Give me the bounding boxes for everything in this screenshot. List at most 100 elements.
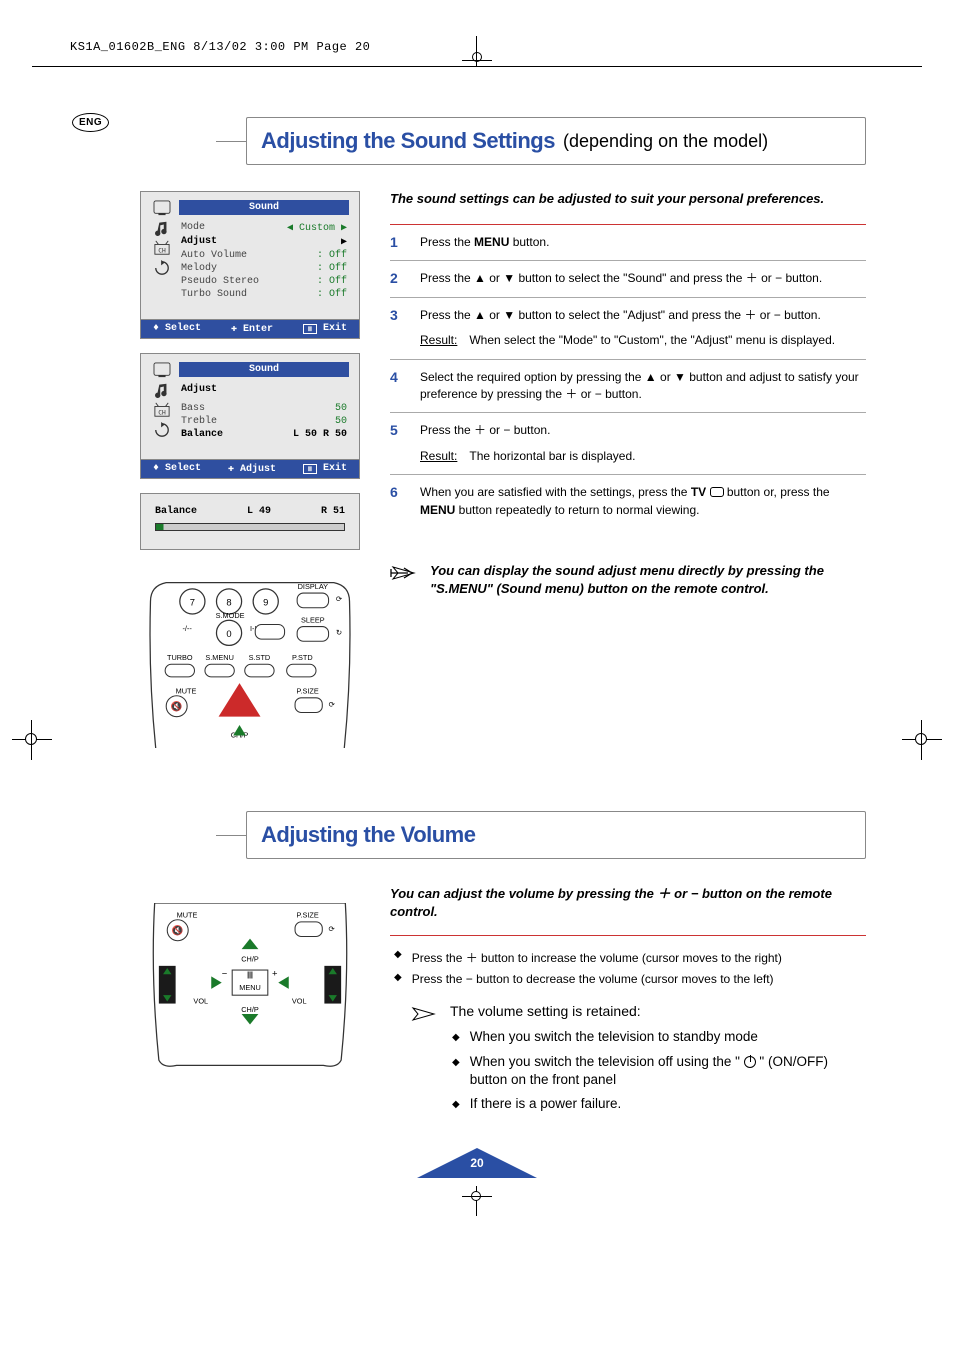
svg-text:0: 0 [226, 628, 231, 639]
step-row: 3Press the ▲ or ▼ button to select the "… [390, 297, 866, 359]
step-text: Press the ▲ or ▼ button to select the "A… [420, 307, 866, 350]
step-number: 5 [390, 422, 404, 465]
osd2-row0-key: Bass [181, 403, 271, 414]
step-row: 4 Select the required option by pressing … [390, 359, 866, 413]
step-text: When you are satisfied with the settings… [420, 484, 866, 519]
svg-text:P.SIZE: P.SIZE [296, 911, 318, 920]
note-sub-text: When you switch the television off using… [470, 1053, 866, 1089]
step-text: Select the required option by pressing t… [420, 369, 866, 404]
note-sub-item: ◆ When you switch the television off usin… [452, 1050, 866, 1092]
step-row: 6When you are satisfied with the setting… [390, 474, 866, 528]
section2-bullets: ◆ Press the ＋ button to increase the volu… [390, 935, 866, 989]
svg-text:S.STD: S.STD [249, 653, 271, 662]
svg-text:9: 9 [263, 597, 268, 608]
diamond-bullet-icon: ◆ [452, 1098, 460, 1113]
section2-title: Adjusting the Volume [261, 822, 475, 848]
result-label: Result: [420, 332, 457, 349]
osd2-row2-key: Balance [181, 429, 271, 440]
osd1-row2-val: : Off [317, 250, 347, 261]
language-badge: ENG [72, 113, 109, 132]
osd1-title: Sound [179, 200, 349, 215]
osd2-title: Sound [179, 362, 349, 377]
vol-bullet-0: Press the ＋ button to increase the volum… [412, 949, 782, 966]
svg-text:Ⅲ: Ⅲ [247, 970, 254, 981]
balance-right-value: R 51 [321, 506, 345, 517]
section1-note: You can display the sound adjust menu di… [430, 562, 862, 598]
osd-balance-bar: Balance L 49 R 51 [140, 493, 360, 550]
crop-mark-bottom-icon [462, 1186, 492, 1216]
svg-text:⟳: ⟳ [329, 700, 335, 709]
picture-icon [153, 362, 171, 378]
step-text: Press the ＋ or − button.Result:The horiz… [420, 422, 866, 465]
osd1-row4-key: Pseudo Stereo [181, 276, 271, 287]
section1-title-block: Adjusting the Sound Settings (depending … [246, 117, 866, 165]
vol-bullet-1: Press the − button to decrease the volum… [412, 972, 774, 986]
osd1-row5-val: : Off [317, 289, 347, 300]
svg-text:⟳: ⟳ [336, 594, 342, 603]
section2-title-block: Adjusting the Volume [246, 811, 866, 859]
channel-icon: CH [153, 402, 171, 418]
balance-track [155, 523, 345, 531]
step-row: 2Press the ▲ or ▼ button to select the "… [390, 260, 866, 296]
osd1-row1-val: ▶ [341, 236, 347, 248]
picture-icon [153, 200, 171, 216]
svg-text:MENU: MENU [239, 983, 261, 992]
step-number: 4 [390, 369, 404, 404]
svg-text:🔇: 🔇 [172, 924, 184, 936]
osd1-row3-val: : Off [317, 263, 347, 274]
osd1-footer-enter: ✚ Enter [231, 323, 273, 335]
note-arrow-icon [410, 1005, 436, 1023]
osd2-sidebar-icons: CH [149, 362, 175, 441]
remote-control-lower: MUTE 🔇 P.SIZE ⟳ CH/P Ⅲ MENU VOL − VOL + [140, 903, 360, 1071]
svg-text:P.STD: P.STD [292, 653, 313, 662]
osd-sidebar-icons: CH [149, 200, 175, 301]
svg-text:+: + [272, 967, 278, 978]
step-number: 1 [390, 234, 404, 251]
diamond-bullet-icon: ◆ [394, 972, 402, 986]
balance-label: Balance [155, 506, 197, 517]
osd2-row0-val: 50 [335, 403, 347, 414]
result-text: The horizontal bar is displayed. [469, 448, 635, 465]
channel-icon: CH [153, 240, 171, 256]
note-sub-text: If there is a power failure. [470, 1095, 622, 1113]
section1-intro: The sound settings can be adjusted to su… [390, 191, 866, 206]
svg-text:VOL: VOL [193, 997, 208, 1006]
svg-text:CH/P: CH/P [241, 1005, 259, 1014]
balance-left-value: L 49 [247, 506, 271, 517]
section1-title: Adjusting the Sound Settings [261, 128, 555, 154]
osd1-row5-key: Turbo Sound [181, 289, 271, 300]
note-sub-item: ◆When you switch the television to stand… [452, 1025, 866, 1049]
step-row: 1Press the MENU button. [390, 224, 866, 260]
svg-text:⟳: ⟳ [329, 924, 335, 933]
osd-adjust-menu: CH Sound Adjust Bass50 Treble50 BalanceL… [140, 353, 360, 479]
svg-text:DISPLAY: DISPLAY [298, 582, 329, 591]
result-label: Result: [420, 448, 457, 465]
osd-sound-menu: CH Sound Mode◀ Custom ▶ Adjust▶ Auto Vol… [140, 191, 360, 339]
crop-mark-left-icon [12, 720, 52, 760]
osd1-footer-exit: Ⅲ Exit [303, 323, 347, 335]
osd2-header: Adjust [181, 384, 271, 395]
note-sub-item: ◆ If there is a power failure. [452, 1092, 866, 1116]
page-number: 20 [0, 1146, 954, 1170]
note-sub-text: When you switch the television to standb… [470, 1028, 758, 1046]
music-note-icon [153, 220, 171, 236]
svg-text:VOL: VOL [292, 997, 307, 1006]
svg-text:TURBO: TURBO [167, 653, 193, 662]
svg-text:CH: CH [158, 409, 166, 416]
function-icon [153, 260, 171, 276]
osd2-row1-key: Treble [181, 416, 271, 427]
svg-text:MUTE: MUTE [177, 911, 198, 920]
remote-control-upper: 7 8 9 DISPLAY ⟳ -/-- S.MODE 0 I-II SLEEP… [140, 570, 360, 748]
section1-steps: 1Press the MENU button.2Press the ▲ or ▼… [390, 224, 866, 528]
osd1-row1-key: Adjust [181, 236, 271, 248]
svg-text:SLEEP: SLEEP [301, 615, 325, 624]
svg-text:−: − [222, 967, 228, 978]
crop-circle-top-icon [472, 52, 482, 62]
osd2-footer-exit: Ⅲ Exit [303, 463, 347, 475]
diamond-bullet-icon: ◆ [452, 1056, 460, 1089]
svg-text:↻: ↻ [336, 628, 342, 637]
osd2-row1-val: 50 [335, 416, 347, 427]
svg-text:🔇: 🔇 [171, 700, 183, 712]
osd1-row4-val: : Off [317, 276, 347, 287]
svg-text:S.MENU: S.MENU [205, 653, 234, 662]
